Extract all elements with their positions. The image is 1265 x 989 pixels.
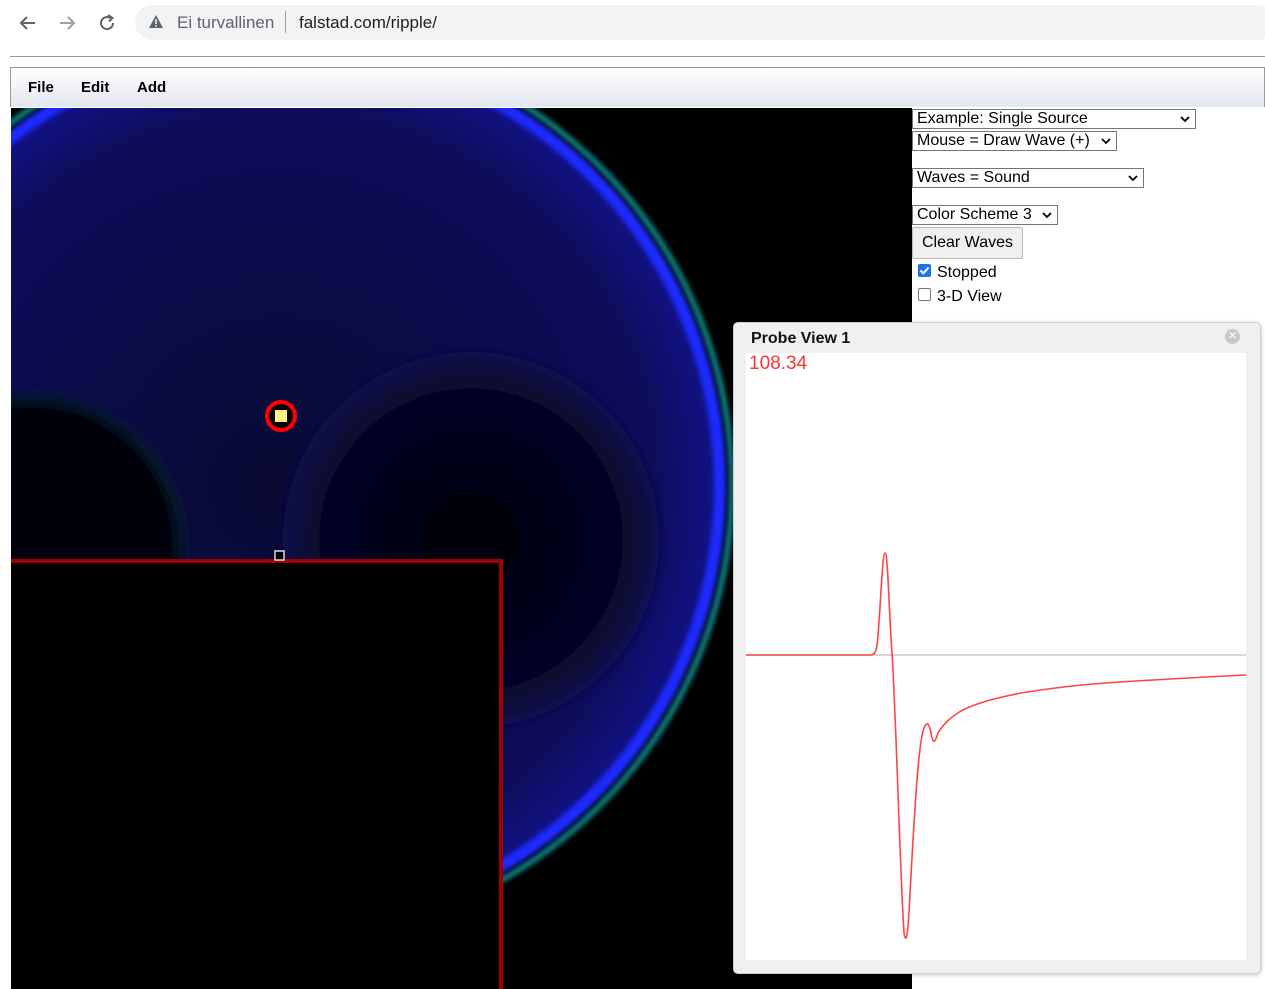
source-point[interactable] [275, 410, 287, 422]
stopped-label[interactable]: Stopped [937, 264, 997, 282]
back-button[interactable] [14, 9, 42, 37]
color-scheme-value: Color Scheme 3 [917, 206, 1032, 223]
menu-file[interactable]: File [28, 79, 54, 96]
probe-title[interactable]: Probe View 1 [751, 330, 850, 348]
divider [10, 56, 1265, 57]
probe-graph [746, 552, 1246, 939]
arrow-left-icon [19, 16, 35, 30]
probe-plot: 108.34 [746, 353, 1246, 960]
menu-edit[interactable]: Edit [81, 79, 109, 96]
mouse-mode-value: Mouse = Draw Wave (+) [917, 132, 1090, 149]
chevron-down-icon [1180, 116, 1190, 123]
view3d-label[interactable]: 3-D View [937, 288, 1002, 306]
stopped-checkbox[interactable] [918, 264, 931, 277]
chevron-down-icon [1128, 175, 1138, 182]
probe-view-window[interactable]: Probe View 1 ✕ 108.34 [733, 322, 1261, 974]
address-bar[interactable]: Ei turvallinen falstad.com/ripple/ [135, 5, 1265, 40]
chevron-down-icon [1042, 212, 1052, 219]
check-icon [919, 266, 930, 275]
example-select-value: Example: Single Source [917, 110, 1088, 127]
security-status[interactable]: Ei turvallinen [177, 13, 274, 33]
menu-add[interactable]: Add [137, 79, 166, 96]
warning-icon[interactable] [148, 14, 164, 30]
mouse-mode-select[interactable]: Mouse = Draw Wave (+) [912, 131, 1117, 151]
waves-value: Waves = Sound [917, 169, 1030, 186]
clear-waves-button[interactable]: Clear Waves [912, 227, 1023, 259]
close-icon[interactable]: ✕ [1225, 329, 1240, 344]
example-select[interactable]: Example: Single Source [912, 109, 1196, 129]
probe-trace [746, 552, 1246, 939]
browser-toolbar: Ei turvallinen falstad.com/ripple/ [0, 0, 1265, 46]
omnibox-separator [285, 11, 286, 33]
color-scheme-select[interactable]: Color Scheme 3 [912, 205, 1058, 225]
view3d-checkbox[interactable] [918, 288, 931, 301]
url-text[interactable]: falstad.com/ripple/ [299, 13, 437, 33]
waves-select[interactable]: Waves = Sound [912, 168, 1144, 188]
forward-button[interactable] [53, 9, 81, 37]
chevron-down-icon [1101, 138, 1111, 145]
arrow-right-icon [60, 16, 76, 30]
wall-handle[interactable] [274, 550, 285, 561]
reload-button[interactable] [93, 9, 121, 37]
wall-interior [11, 561, 501, 989]
reload-icon [100, 14, 115, 31]
menu-bar: File Edit Add [10, 68, 1265, 107]
